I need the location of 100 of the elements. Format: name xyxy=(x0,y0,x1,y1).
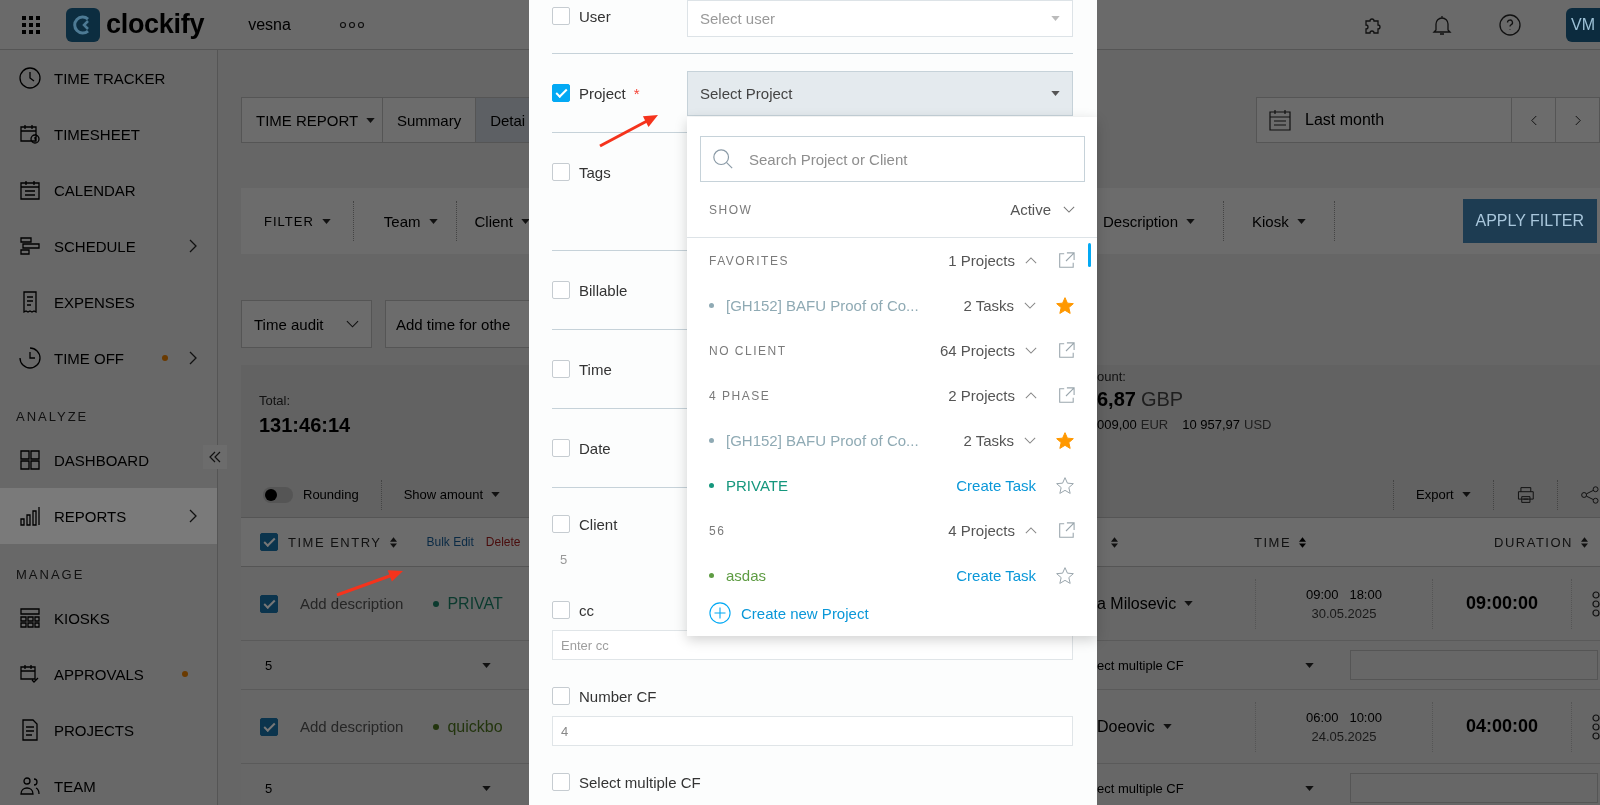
filter-dropdown[interactable]: FILTER xyxy=(264,201,354,241)
bulk-edit-link[interactable]: Bulk Edit xyxy=(426,535,474,549)
time-audit-select[interactable]: Time audit xyxy=(241,300,372,348)
more-icon[interactable] xyxy=(1592,713,1600,740)
star-icon[interactable] xyxy=(1055,295,1075,316)
chevron-up-icon[interactable] xyxy=(1025,527,1037,534)
nav-item[interactable]: KIOSKS xyxy=(0,590,217,646)
column-header[interactable]: DURATION xyxy=(1494,534,1573,550)
task-count[interactable]: 2 Tasks xyxy=(963,297,1014,314)
delete-link[interactable]: Delete xyxy=(485,535,521,549)
chevron-down-icon[interactable] xyxy=(1025,347,1037,354)
field-checkbox[interactable] xyxy=(552,84,570,102)
nav-item[interactable]: EXPENSES xyxy=(0,274,217,330)
report-tab[interactable]: TIME REPORT xyxy=(242,98,383,142)
star-outline-icon[interactable] xyxy=(1055,475,1075,496)
add-time-button[interactable]: Add time for othe xyxy=(385,300,529,348)
chevron-up-icon[interactable] xyxy=(1025,392,1037,399)
nav-item[interactable]: TIME TRACKER xyxy=(0,50,217,106)
external-link-icon[interactable] xyxy=(1057,251,1075,270)
project-count[interactable]: 64 Projects xyxy=(939,342,1015,359)
field-checkbox[interactable] xyxy=(552,773,570,791)
external-link-icon[interactable] xyxy=(1057,386,1075,405)
chevron-down-icon[interactable] xyxy=(1024,302,1036,309)
sort-icon[interactable] xyxy=(1581,535,1588,549)
apps-grid-icon[interactable] xyxy=(22,15,40,34)
user-dropdown[interactable]: a Milosevic xyxy=(1097,594,1255,613)
nav-item[interactable]: TIME OFF xyxy=(0,330,217,386)
field-checkbox[interactable] xyxy=(552,360,570,378)
nav-item[interactable]: TEAM xyxy=(0,758,217,805)
project-name[interactable]: PRIVATE xyxy=(726,477,788,494)
external-link-icon[interactable] xyxy=(1057,341,1075,360)
apply-filter-button[interactable]: APPLY FILTER xyxy=(1462,199,1597,243)
user-avatar[interactable]: VM xyxy=(1566,7,1600,42)
external-link-icon[interactable] xyxy=(1057,521,1075,540)
nav-item[interactable]: TIMESHEET xyxy=(0,106,217,162)
collapse-sidebar-button[interactable] xyxy=(203,445,227,469)
select-all-checkbox[interactable] xyxy=(260,533,278,551)
project-name[interactable]: PRIVAT xyxy=(447,594,503,613)
description-field[interactable]: Add description xyxy=(300,718,404,735)
select-dropdown[interactable]: Select user xyxy=(687,0,1073,37)
sort-icon[interactable] xyxy=(389,535,397,549)
field-checkbox[interactable] xyxy=(552,601,570,619)
caret-icon[interactable] xyxy=(482,785,492,791)
field-checkbox[interactable] xyxy=(552,163,570,181)
scrollbar-thumb[interactable] xyxy=(1088,243,1091,267)
nav-item[interactable]: SCHEDULE xyxy=(0,218,217,274)
field-checkbox[interactable] xyxy=(552,7,570,25)
field-checkbox[interactable] xyxy=(552,439,570,457)
caret-icon[interactable] xyxy=(482,662,492,668)
create-task-link[interactable]: Create Task xyxy=(956,567,1036,584)
rounding-toggle[interactable] xyxy=(263,486,293,503)
nav-item[interactable]: CALENDAR xyxy=(0,162,217,218)
filter-dropdown[interactable]: Client xyxy=(474,201,530,241)
row-checkbox[interactable] xyxy=(260,594,278,613)
project-name[interactable]: quickbo xyxy=(447,717,503,736)
project-count[interactable]: 1 Projects xyxy=(948,252,1015,269)
entry-date[interactable]: 24.05.2025 xyxy=(1311,728,1377,744)
time-range[interactable]: 06:00 10:00 xyxy=(1306,709,1382,725)
project-name[interactable]: asdas xyxy=(726,567,767,584)
select-dropdown[interactable]: Select Project xyxy=(687,70,1073,116)
star-outline-icon[interactable] xyxy=(1055,565,1075,586)
custom-field-value[interactable]: 5 xyxy=(265,780,273,796)
create-task-link[interactable]: Create Task xyxy=(956,477,1036,494)
input-field[interactable]: 4 xyxy=(552,716,1073,746)
duration-value[interactable]: 09:00:00 xyxy=(1433,593,1571,614)
project-name[interactable]: [GH152] BAFU Proof of Co... xyxy=(726,432,919,449)
user-dropdown[interactable]: Doeovic xyxy=(1097,717,1255,736)
more-icon[interactable] xyxy=(1592,590,1600,617)
star-icon[interactable] xyxy=(1055,430,1075,451)
custom-field-select[interactable]: ect multiple CF xyxy=(1097,657,1297,673)
caret-icon[interactable] xyxy=(1305,662,1314,668)
project-count[interactable]: 4 Projects xyxy=(948,522,1015,539)
show-amount-dropdown[interactable]: Show amount xyxy=(403,487,501,502)
caret-icon[interactable] xyxy=(1305,785,1314,791)
filter-dropdown[interactable]: Team xyxy=(383,201,457,241)
help-icon[interactable] xyxy=(1498,12,1522,37)
task-count[interactable]: 2 Tasks xyxy=(963,432,1014,449)
field-checkbox[interactable] xyxy=(552,687,570,705)
entry-date[interactable]: 30.05.2025 xyxy=(1311,605,1377,621)
column-header[interactable]: TIME xyxy=(1254,534,1292,550)
nav-item[interactable]: PROJECTS xyxy=(0,702,217,758)
search-field[interactable]: Search Project or Client xyxy=(700,136,1085,182)
description-field[interactable]: Add description xyxy=(300,595,404,612)
nav-item[interactable]: DASHBOARD xyxy=(0,432,217,488)
field-checkbox[interactable] xyxy=(552,515,570,533)
project-count[interactable]: 2 Projects xyxy=(948,387,1015,404)
chevron-down-icon[interactable] xyxy=(1024,437,1036,444)
filter-dropdown[interactable]: Kiosk xyxy=(1246,201,1335,241)
field-checkbox[interactable] xyxy=(552,281,570,299)
chevron-up-icon[interactable] xyxy=(1025,257,1037,264)
column-header[interactable]: TIME ENTRY xyxy=(288,534,382,550)
export-dropdown[interactable]: Export xyxy=(1416,487,1471,502)
duration-value[interactable]: 04:00:00 xyxy=(1433,716,1571,737)
status-filter-dropdown[interactable]: Active xyxy=(1010,201,1075,218)
sort-icon[interactable] xyxy=(1299,535,1307,549)
nav-item[interactable]: APPROVALS xyxy=(0,646,217,702)
workspace-name[interactable]: vesna xyxy=(248,15,291,34)
custom-field-select[interactable]: ect multiple CF xyxy=(1097,780,1297,796)
time-range[interactable]: 09:00 18:00 xyxy=(1306,586,1382,602)
more-icon[interactable] xyxy=(338,20,365,29)
